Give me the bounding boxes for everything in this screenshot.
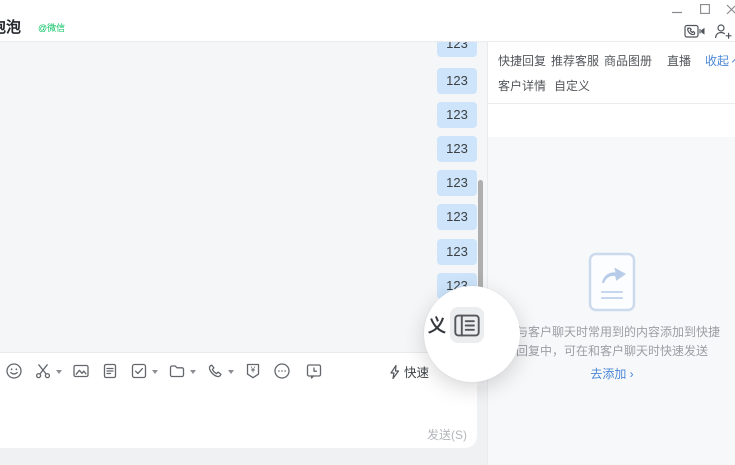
add-person-icon: [713, 23, 732, 40]
emoji-icon: [4, 361, 24, 381]
compose-panel: ¥ 快: [0, 352, 477, 448]
image-icon: [71, 361, 91, 381]
maximize-button[interactable]: [694, 0, 716, 18]
screenshot-button[interactable]: [33, 361, 62, 381]
close-button[interactable]: [720, 0, 735, 18]
more-ellipsis-icon: [272, 361, 292, 381]
compose-toolbar: ¥: [4, 360, 333, 382]
video-call-icon: [684, 24, 706, 39]
folder-button[interactable]: [167, 361, 196, 381]
todo-button[interactable]: [129, 361, 158, 381]
account-badge: @微信: [38, 21, 65, 34]
folder-caret-icon: [190, 370, 196, 377]
notebook-icon: [454, 314, 480, 337]
send-button[interactable]: 发送(S): [427, 426, 467, 443]
panel-tab-row-2: 客户详情 自定义: [488, 69, 735, 94]
call-caret-icon: [228, 370, 234, 377]
chat-bubble[interactable]: 123: [437, 204, 477, 230]
go-add-link[interactable]: 去添加 ›: [488, 365, 735, 382]
chat-bubble[interactable]: 123: [437, 239, 477, 265]
chat-bubble[interactable]: 123: [437, 102, 477, 128]
tab-custom[interactable]: 自定义: [554, 77, 590, 94]
chat-bubble[interactable]: 123: [437, 170, 477, 196]
quick-reply-panel-content: 将与客户聊天时常用到的内容添加到快捷 回复中，可在和客户聊天时快速发送 去添加 …: [488, 137, 735, 465]
share-document-icon: [588, 252, 636, 312]
empty-state-text-line1: 将与客户聊天时常用到的内容添加到快捷: [488, 323, 735, 340]
todo-caret-icon: [152, 370, 158, 377]
video-call-button[interactable]: [684, 23, 706, 40]
emoji-button[interactable]: [4, 361, 24, 381]
article-button[interactable]: [100, 361, 120, 381]
right-panel: 快捷回复 推荐客服 商品图册 直播 收起 客户详情 自定义 将与客户聊天时常用到…: [487, 42, 735, 465]
message-input[interactable]: [0, 385, 477, 445]
tab-product-album[interactable]: 商品图册: [604, 52, 652, 69]
empty-state-text-line2: 回复中，可在和客户聊天时快速发送: [488, 342, 735, 359]
panel-tabs: 快捷回复 推荐客服 商品图册 直播 收起 客户详情 自定义: [488, 42, 735, 104]
close-icon: [726, 4, 735, 15]
minimize-icon: [672, 4, 682, 14]
todo-checkbox-icon: [129, 361, 149, 381]
article-icon: [100, 361, 120, 381]
more-tools-button[interactable]: [272, 361, 292, 381]
add-person-button[interactable]: [713, 23, 732, 40]
chat-history-button[interactable]: [304, 361, 324, 381]
tab-quick-reply[interactable]: 快捷回复: [498, 52, 546, 69]
chat-bubble[interactable]: 123: [437, 42, 477, 57]
image-button[interactable]: [71, 361, 91, 381]
phone-icon: [205, 361, 225, 381]
quick-reply-partial-glyph: 义: [428, 312, 446, 338]
tab-customer-detail[interactable]: 客户详情: [498, 77, 546, 94]
chat-bubble[interactable]: 123: [437, 136, 477, 162]
panel-tab-row-1: 快捷回复 推荐客服 商品图册 直播 收起: [488, 42, 735, 69]
folder-icon: [167, 361, 187, 381]
chat-history-clock-icon: [304, 361, 324, 381]
chat-message-area: 123 123 123 123 123 123 123 123 123: [0, 42, 487, 465]
chat-bubble[interactable]: 123: [437, 68, 477, 94]
quick-reply-button[interactable]: 快速: [388, 362, 429, 381]
window-title: 泡泡: [0, 16, 21, 37]
minimize-button[interactable]: [666, 0, 688, 18]
screenshot-scissors-icon: [33, 361, 53, 381]
red-packet-yen-icon: ¥: [243, 361, 263, 381]
screenshot-caret-icon: [56, 370, 62, 377]
tab-live[interactable]: 直播: [667, 52, 691, 69]
tab-recommend-agent[interactable]: 推荐客服: [551, 52, 599, 69]
quick-reply-panel-button[interactable]: [450, 307, 484, 343]
lightning-icon: [388, 364, 401, 380]
collapse-button[interactable]: 收起: [705, 52, 735, 69]
svg-text:¥: ¥: [250, 365, 256, 375]
collapse-label: 收起: [705, 52, 729, 69]
maximize-icon: [700, 4, 710, 14]
red-packet-button[interactable]: ¥: [243, 361, 263, 381]
quick-reply-label: 快速: [404, 362, 429, 381]
call-button[interactable]: [205, 361, 234, 381]
empty-state-icon: [588, 252, 636, 312]
titlebar: 泡泡 @微信: [0, 0, 735, 42]
